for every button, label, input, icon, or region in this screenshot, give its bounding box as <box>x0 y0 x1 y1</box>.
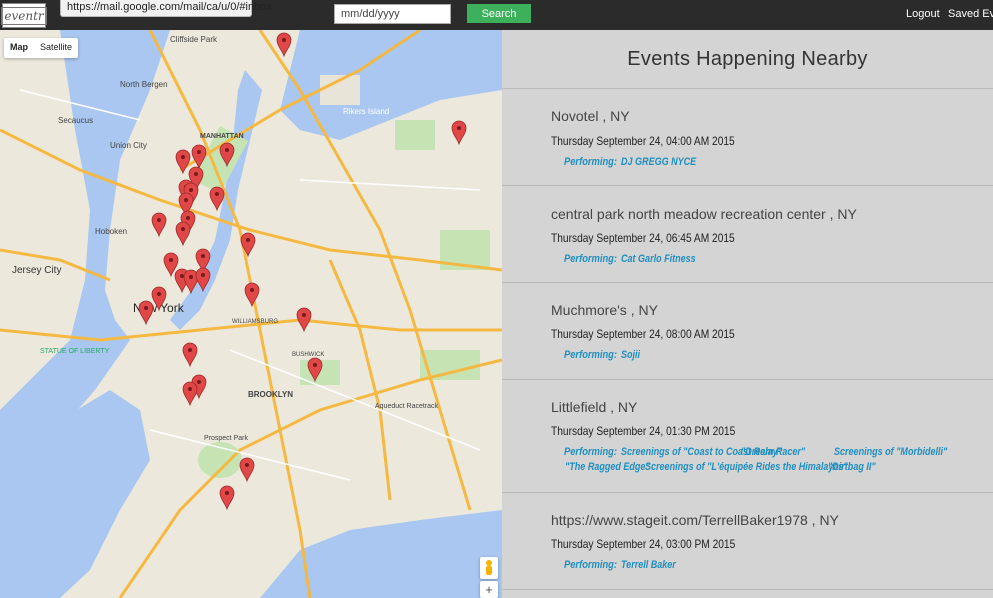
performing-label: Performing: <box>564 253 617 265</box>
map-pin-dot <box>197 150 201 154</box>
map-label-jersey-city: Jersey City <box>12 265 61 276</box>
map-pin-dot <box>189 188 193 192</box>
date-input[interactable] <box>334 4 451 24</box>
performing-label: Performing: <box>564 349 617 361</box>
zoom-in-button[interactable]: + <box>480 581 498 598</box>
event-date: Thursday September 24, 01:30 PM 2015 <box>551 424 736 438</box>
map-pin-dot <box>157 218 161 222</box>
map-pin-dot <box>201 273 205 277</box>
event-item[interactable]: Muchmore's , NY Thursday September 24, 0… <box>502 283 993 380</box>
event-name[interactable]: central park north meadow recreation cen… <box>551 206 857 222</box>
performer-link[interactable]: DJ GREGG NYCE <box>621 156 696 168</box>
map-canvas[interactable]: New York Jersey City Hoboken Union City … <box>0 30 502 598</box>
map-label-aqueduct: Aqueduct Racetrack <box>375 403 439 410</box>
events-map[interactable]: New York Jersey City Hoboken Union City … <box>0 30 502 598</box>
map-label-hoboken: Hoboken <box>95 227 127 236</box>
map-pin-dot <box>188 348 192 352</box>
map-pin-dot <box>245 463 249 467</box>
map-type-map-button[interactable]: Map <box>4 38 34 58</box>
map-pin-dot <box>157 292 161 296</box>
performer-link[interactable]: Screenings of "Morbidelli" <box>834 446 947 458</box>
performer-link[interactable]: "The Ragged Edge" <box>565 461 650 473</box>
url-tooltip: https://mail.google.com/mail/ca/u/0/#inb… <box>60 0 272 17</box>
performer-link[interactable]: Screenings of "L'équipée Rides the Himal… <box>645 461 848 473</box>
map-pin-dot <box>250 288 254 292</box>
event-item[interactable]: Novotel , NY Thursday September 24, 04:0… <box>502 89 993 186</box>
map-label-prospect: Prospect Park <box>204 435 248 442</box>
map-label-union-city: Union City <box>110 141 147 150</box>
map-label-bushwick: BUSHWICK <box>292 352 324 358</box>
performer-link[interactable]: Terrell Baker <box>621 559 676 571</box>
panel-title: Events Happening Nearby <box>627 48 868 70</box>
performer-link[interactable]: Sojii <box>621 349 640 361</box>
performing-label: Performing: <box>564 156 617 168</box>
map-pin-dot <box>197 380 201 384</box>
map-pin-dot <box>302 313 306 317</box>
performer-link[interactable]: "Dream Racer" <box>741 446 805 458</box>
performer-link[interactable]: Cat Garlo Fitness <box>621 253 696 265</box>
map-pin-dot <box>181 155 185 159</box>
performing-label: Performing: <box>564 559 617 571</box>
map-label-statue: STATUE OF LIBERTY <box>40 348 110 355</box>
search-button[interactable]: Search <box>467 4 531 23</box>
event-date: Thursday September 24, 03:00 PM 2015 <box>551 537 736 551</box>
map-label-williamsburg: WILLIAMSBURG <box>232 319 278 325</box>
map-pin-dot <box>313 363 317 367</box>
map-pin-dot <box>189 275 193 279</box>
map-pin-dot <box>225 491 229 495</box>
map-label-rikers: Rikers Island <box>343 107 389 116</box>
map-pin-dot <box>215 192 219 196</box>
top-navbar: eventr https://mail.google.com/mail/ca/u… <box>0 0 993 30</box>
event-item[interactable]: https://www.stageit.com/TerrellBaker1978… <box>502 493 993 590</box>
map-pin-dot <box>169 258 173 262</box>
event-date: Thursday September 24, 06:45 AM 2015 <box>551 231 735 245</box>
event-date: Thursday September 24, 08:00 AM 2015 <box>551 327 735 341</box>
map-pin-dot <box>184 198 188 202</box>
map-label-brooklyn: BROOKLYN <box>248 390 293 399</box>
logout-link[interactable]: Logout <box>906 8 940 20</box>
event-name[interactable]: Littlefield , NY <box>551 399 637 415</box>
map-pin-dot <box>201 254 205 258</box>
logo-text: eventr <box>1 6 47 25</box>
event-name[interactable]: https://www.stageit.com/TerrellBaker1978… <box>551 512 839 528</box>
map-type-satellite-button[interactable]: Satellite <box>34 38 78 58</box>
map-pin-dot <box>188 387 192 391</box>
pegman-icon[interactable] <box>480 557 498 579</box>
events-panel: Events Happening Nearby Novotel , NY Thu… <box>502 30 993 598</box>
map-pin-dot <box>282 38 286 42</box>
map-pin-dot <box>225 148 229 152</box>
performing-label: Performing: <box>564 446 617 458</box>
map-pin-dot <box>194 172 198 176</box>
event-name[interactable]: Novotel , NY <box>551 108 630 124</box>
map-label-manhattan: MANHATTAN <box>200 133 244 140</box>
eventr-logo[interactable]: eventr <box>1 3 47 28</box>
saved-events-link[interactable]: Saved Events <box>948 8 993 20</box>
map-pin-dot <box>186 216 190 220</box>
map-label-cliffside: Cliffside Park <box>170 35 218 44</box>
map-pin-dot <box>144 306 148 310</box>
event-name[interactable]: Muchmore's , NY <box>551 302 658 318</box>
event-item[interactable]: Littlefield , NY Thursday September 24, … <box>502 380 993 493</box>
map-pin-dot <box>457 126 461 130</box>
map-label-north-bergen: North Bergen <box>120 80 168 89</box>
map-type-control: Map Satellite <box>4 38 79 58</box>
map-pin-dot <box>246 238 250 242</box>
map-pin-dot <box>180 274 184 278</box>
event-date: Thursday September 24, 04:00 AM 2015 <box>551 134 735 148</box>
performer-link[interactable]: "Dirtbag II" <box>828 461 876 473</box>
map-pin-dot <box>181 227 185 231</box>
map-label-secaucus: Secaucus <box>58 116 93 125</box>
event-item[interactable]: central park north meadow recreation cen… <box>502 186 993 283</box>
